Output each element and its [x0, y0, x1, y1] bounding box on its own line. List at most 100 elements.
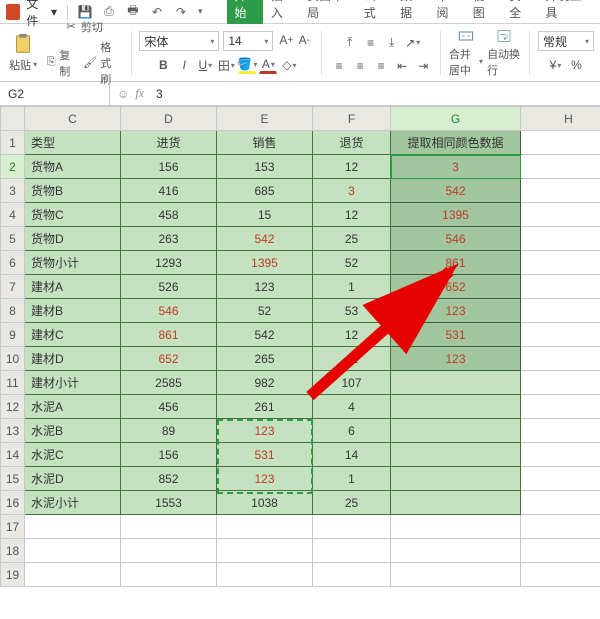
- cell[interactable]: [391, 395, 521, 419]
- ribbon-tab-3[interactable]: 公式: [356, 0, 392, 24]
- cell[interactable]: 12: [313, 155, 391, 179]
- cell[interactable]: 退货: [313, 131, 391, 155]
- align-right-button[interactable]: ≡: [372, 57, 390, 75]
- fill-color-button[interactable]: 🪣▾: [238, 56, 256, 74]
- cell[interactable]: 25: [313, 491, 391, 515]
- ribbon-tab-0[interactable]: 开始: [227, 0, 263, 24]
- cell[interactable]: [121, 515, 217, 539]
- cell[interactable]: [521, 419, 600, 443]
- cell[interactable]: 531: [217, 443, 313, 467]
- align-bottom-button[interactable]: ⤓: [383, 34, 401, 52]
- cell[interactable]: 123: [391, 299, 521, 323]
- cell[interactable]: 12: [313, 323, 391, 347]
- ribbon-tab-5[interactable]: 审阅: [428, 0, 464, 24]
- cell[interactable]: 852: [121, 467, 217, 491]
- cell[interactable]: [521, 227, 600, 251]
- cell[interactable]: 542: [217, 323, 313, 347]
- row-header-5[interactable]: 5: [1, 227, 25, 251]
- align-middle-button[interactable]: ≡: [362, 34, 380, 52]
- number-format-select[interactable]: 常规▾: [538, 31, 594, 51]
- cell[interactable]: 1395: [217, 251, 313, 275]
- cell[interactable]: 销售: [217, 131, 313, 155]
- cell[interactable]: [521, 539, 600, 563]
- cell[interactable]: 156: [121, 443, 217, 467]
- cell[interactable]: 123: [391, 347, 521, 371]
- cell[interactable]: 货物D: [25, 227, 121, 251]
- cell[interactable]: [391, 443, 521, 467]
- cell[interactable]: 1: [313, 467, 391, 491]
- cell[interactable]: 进货: [121, 131, 217, 155]
- cell[interactable]: 107: [313, 371, 391, 395]
- save-icon[interactable]: 💾: [78, 5, 92, 19]
- cell[interactable]: [217, 563, 313, 587]
- cell[interactable]: [521, 203, 600, 227]
- print-icon[interactable]: 🖶: [126, 5, 140, 19]
- cell[interactable]: 261: [217, 395, 313, 419]
- row-header-1[interactable]: 1: [1, 131, 25, 155]
- col-header-F[interactable]: F: [313, 107, 391, 131]
- row-header-6[interactable]: 6: [1, 251, 25, 275]
- cell[interactable]: 652: [121, 347, 217, 371]
- col-header-D[interactable]: D: [121, 107, 217, 131]
- cell[interactable]: 建材A: [25, 275, 121, 299]
- cell[interactable]: [521, 443, 600, 467]
- italic-button[interactable]: I: [175, 56, 193, 74]
- cell[interactable]: [313, 539, 391, 563]
- cell[interactable]: 416: [121, 179, 217, 203]
- cell[interactable]: 15: [217, 203, 313, 227]
- undo-icon[interactable]: ↶: [150, 5, 164, 19]
- row-header-2[interactable]: 2: [1, 155, 25, 179]
- cell[interactable]: [521, 251, 600, 275]
- row-header-3[interactable]: 3: [1, 179, 25, 203]
- fx-icon[interactable]: fx: [135, 86, 144, 101]
- cell[interactable]: 1: [313, 275, 391, 299]
- row-header-9[interactable]: 9: [1, 323, 25, 347]
- cell[interactable]: [217, 515, 313, 539]
- phonetic-button[interactable]: ◇▾: [280, 56, 298, 74]
- cell[interactable]: [313, 515, 391, 539]
- cell[interactable]: [121, 539, 217, 563]
- cell[interactable]: [521, 347, 600, 371]
- cell[interactable]: 52: [217, 299, 313, 323]
- cell[interactable]: 123: [217, 467, 313, 491]
- copy-button[interactable]: ⎘复制: [44, 38, 77, 88]
- cell[interactable]: 52: [313, 251, 391, 275]
- cell[interactable]: 542: [217, 227, 313, 251]
- cell[interactable]: 2585: [121, 371, 217, 395]
- wrap-text-button[interactable]: 自动换行: [487, 28, 521, 78]
- cell[interactable]: 123: [217, 275, 313, 299]
- cell[interactable]: 类型: [25, 131, 121, 155]
- cell[interactable]: 1293: [121, 251, 217, 275]
- cell[interactable]: [521, 323, 600, 347]
- cell[interactable]: 建材C: [25, 323, 121, 347]
- cell[interactable]: [521, 515, 600, 539]
- ribbon-tab-2[interactable]: 页面布局: [299, 0, 356, 24]
- cell[interactable]: [391, 515, 521, 539]
- cell[interactable]: 3: [391, 155, 521, 179]
- cell[interactable]: 526: [121, 275, 217, 299]
- row-header-11[interactable]: 11: [1, 371, 25, 395]
- row-header-12[interactable]: 12: [1, 395, 25, 419]
- align-top-button[interactable]: ⤒: [341, 34, 359, 52]
- row-header-4[interactable]: 4: [1, 203, 25, 227]
- cut-button[interactable]: ✂剪切: [62, 18, 105, 36]
- percent-button[interactable]: %: [568, 56, 586, 74]
- cell[interactable]: [521, 299, 600, 323]
- cell[interactable]: 123: [217, 419, 313, 443]
- row-header-7[interactable]: 7: [1, 275, 25, 299]
- indent-increase-button[interactable]: ⇥: [414, 57, 432, 75]
- align-left-button[interactable]: ≡: [330, 57, 348, 75]
- cell[interactable]: 建材D: [25, 347, 121, 371]
- cell[interactable]: 53: [313, 299, 391, 323]
- col-header-G[interactable]: G: [391, 107, 521, 131]
- cell[interactable]: [521, 275, 600, 299]
- cell[interactable]: [25, 563, 121, 587]
- ribbon-tab-8[interactable]: 开发工具: [537, 0, 594, 24]
- cell[interactable]: 3: [313, 179, 391, 203]
- cell[interactable]: [521, 491, 600, 515]
- col-header-E[interactable]: E: [217, 107, 313, 131]
- cell[interactable]: 156: [121, 155, 217, 179]
- cell[interactable]: 685: [217, 179, 313, 203]
- cell[interactable]: 263: [121, 227, 217, 251]
- cell[interactable]: 982: [217, 371, 313, 395]
